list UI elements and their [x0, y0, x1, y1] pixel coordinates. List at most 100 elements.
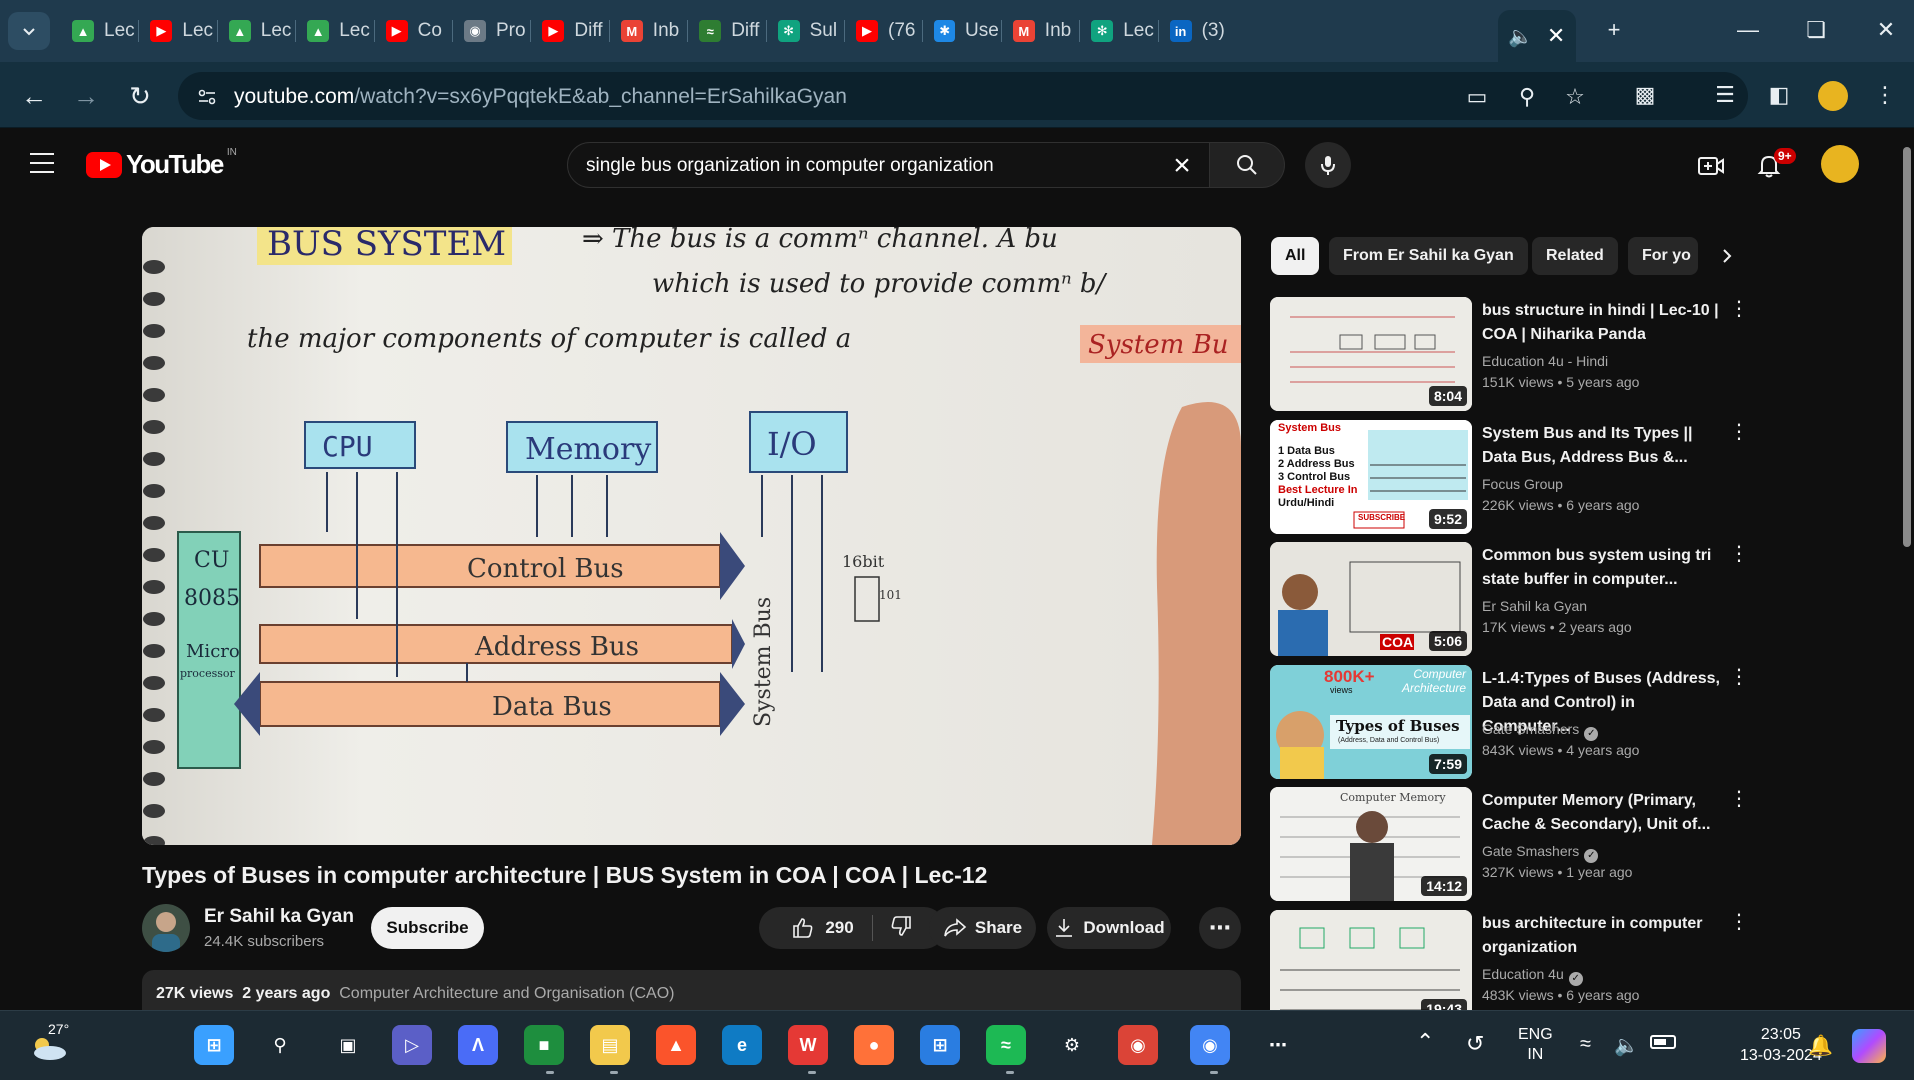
- create-video-icon[interactable]: [1694, 149, 1728, 183]
- file-explorer-icon[interactable]: ▤: [590, 1025, 630, 1065]
- chip-from-channel[interactable]: From Er Sahil ka Gyan: [1329, 237, 1528, 275]
- description-box[interactable]: 27K views 2 years ago Computer Architect…: [142, 970, 1241, 1010]
- tab-11[interactable]: ✱ Use: [924, 10, 999, 52]
- wps-office-icon[interactable]: W: [788, 1025, 828, 1065]
- share-button[interactable]: Share: [929, 907, 1036, 949]
- more-options-icon[interactable]: ⋮: [1729, 912, 1749, 938]
- chrome-icon[interactable]: ◉: [1190, 1025, 1230, 1065]
- copilot-icon[interactable]: [1852, 1029, 1886, 1063]
- recommended-video-title[interactable]: Common bus system using tri state buffer…: [1482, 544, 1722, 592]
- extensions-icon[interactable]: ▩: [1628, 78, 1662, 112]
- arc-browser-icon[interactable]: Λ: [458, 1025, 498, 1065]
- tab-active-video[interactable]: 🔈 ✕: [1498, 10, 1576, 62]
- address-bar[interactable]: youtube.com/watch?v=sx6yPqqtekE&ab_chann…: [178, 72, 1748, 120]
- video-thumbnail[interactable]: 8:04: [1270, 297, 1472, 411]
- more-apps-icon[interactable]: ⋯: [1258, 1025, 1298, 1065]
- recommended-video[interactable]: COA 5:06 Common bus system using tri state…: [1270, 542, 1750, 656]
- search-input[interactable]: single bus organization in computer orga…: [567, 142, 1210, 188]
- tab-9[interactable]: ✻ Sul: [768, 10, 842, 52]
- back-button[interactable]: ←: [14, 76, 54, 116]
- search-button[interactable]: [1210, 142, 1285, 188]
- tab-7[interactable]: M Inb: [611, 10, 685, 52]
- more-options-icon[interactable]: ⋮: [1729, 789, 1749, 815]
- chips-next-button[interactable]: [1708, 237, 1746, 275]
- tab-13[interactable]: ✻ Lec: [1081, 10, 1155, 52]
- tab-3[interactable]: ▲ Lec: [297, 10, 371, 52]
- settings-gear-icon[interactable]: ⚙: [1052, 1025, 1092, 1065]
- tab-4[interactable]: ▶ Co: [376, 10, 450, 52]
- channel-label[interactable]: Focus Group: [1482, 476, 1563, 492]
- video-thumbnail[interactable]: 19:43: [1270, 909, 1472, 1024]
- recommended-video[interactable]: 8:04 bus structure in hindi | Lec-10 | CO…: [1270, 297, 1750, 411]
- tab-8[interactable]: ≈ Diff: [689, 10, 763, 52]
- brave-icon[interactable]: ▲: [656, 1025, 696, 1065]
- recommended-video[interactable]: Computer Memory 14:12 Computer Memory (Pri…: [1270, 787, 1750, 901]
- recommended-video[interactable]: 19:43 bus architecture in computer organi…: [1270, 909, 1750, 1024]
- channel-label[interactable]: Gate Smashers: [1482, 843, 1579, 859]
- chrome-profile-icon[interactable]: ◉: [1118, 1025, 1158, 1065]
- side-panel-icon[interactable]: ◧: [1762, 78, 1796, 112]
- more-options-icon[interactable]: ⋮: [1729, 667, 1749, 693]
- voice-search-button[interactable]: [1305, 142, 1351, 188]
- like-button[interactable]: 290: [791, 915, 873, 941]
- microsoft-store-icon[interactable]: ⊞: [920, 1025, 960, 1065]
- more-actions-button[interactable]: ⋯: [1199, 907, 1241, 949]
- reload-button[interactable]: ↻: [120, 76, 160, 116]
- channel-name[interactable]: Er Sahil ka Gyan: [204, 906, 354, 928]
- new-tab-button[interactable]: +: [1594, 12, 1634, 48]
- recommended-video-title[interactable]: bus structure in hindi | Lec-10 | COA | …: [1482, 299, 1722, 347]
- tab-12[interactable]: M Inb: [1003, 10, 1077, 52]
- weather-cloud-icon[interactable]: [28, 1033, 68, 1066]
- channel-avatar[interactable]: [142, 904, 190, 952]
- tab-close-icon[interactable]: ✕: [1547, 23, 1565, 49]
- clear-search-icon[interactable]: ×: [1165, 149, 1199, 183]
- video-thumbnail[interactable]: Computer Memory 14:12: [1270, 787, 1472, 901]
- recommended-video-title[interactable]: bus architecture in computer organizatio…: [1482, 912, 1722, 960]
- chip-related[interactable]: Related: [1532, 237, 1618, 275]
- recommended-video[interactable]: 800K+ views Computer Architecture Types of B…: [1270, 664, 1750, 779]
- channel-label[interactable]: Education 4u - Hindi: [1482, 353, 1608, 369]
- media-queue-icon[interactable]: ☰: [1708, 78, 1742, 112]
- start-menu-icon[interactable]: ⊞: [194, 1025, 234, 1065]
- edge-icon[interactable]: e: [722, 1025, 762, 1065]
- page-scrollbar[interactable]: [1900, 129, 1914, 1009]
- more-options-icon[interactable]: ⋮: [1729, 422, 1749, 448]
- wifi-icon[interactable]: ≈: [1580, 1033, 1591, 1056]
- chip-for-you[interactable]: For yo: [1628, 237, 1698, 275]
- meet-icon[interactable]: ▷: [392, 1025, 432, 1065]
- tab-search-button[interactable]: [8, 12, 50, 50]
- speaker-icon[interactable]: 🔈: [1508, 24, 1533, 49]
- scrollbar-thumb[interactable]: [1903, 147, 1911, 547]
- task-view-icon[interactable]: ▣: [328, 1025, 368, 1065]
- restore-button[interactable]: ❏: [1796, 12, 1836, 48]
- battery-icon[interactable]: [1650, 1035, 1676, 1049]
- tab-2[interactable]: ▲ Lec: [219, 10, 293, 52]
- channel-label[interactable]: Gate Smashers: [1482, 721, 1579, 737]
- close-window-button[interactable]: ✕: [1866, 12, 1906, 48]
- minimize-button[interactable]: —: [1728, 12, 1768, 48]
- tab-14[interactable]: in (3): [1160, 10, 1234, 52]
- tab-6[interactable]: ▶ Diff: [532, 10, 606, 52]
- playlist-link[interactable]: Computer Architecture and Organisation (…: [339, 985, 674, 1002]
- hamburger-menu-icon[interactable]: [30, 153, 54, 180]
- video-thumbnail[interactable]: 800K+ views Computer Architecture Types of B…: [1270, 664, 1472, 779]
- more-options-icon[interactable]: ⋮: [1729, 299, 1749, 325]
- profile-avatar[interactable]: [1818, 81, 1848, 111]
- zoom-icon[interactable]: ⚲: [1510, 80, 1544, 114]
- channel-label[interactable]: Education 4u: [1482, 966, 1564, 982]
- search-icon[interactable]: ⚲: [260, 1025, 300, 1065]
- channel-label[interactable]: Er Sahil ka Gyan: [1482, 598, 1587, 614]
- video-thumbnail[interactable]: System Bus 1 Data Bus 2 Address Bus 3 Contr…: [1270, 419, 1472, 534]
- site-info-icon[interactable]: [190, 80, 224, 114]
- classroom-icon[interactable]: ■: [524, 1025, 564, 1065]
- recommended-video-title[interactable]: System Bus and Its Types || Data Bus, Ad…: [1482, 422, 1722, 470]
- tab-1[interactable]: ▶ Lec: [140, 10, 214, 52]
- browser-menu-icon[interactable]: ⋮: [1868, 78, 1902, 112]
- sync-icon[interactable]: ↺: [1466, 1031, 1484, 1057]
- chip-all[interactable]: All: [1271, 237, 1320, 275]
- tab-10[interactable]: ▶ (76: [846, 10, 920, 52]
- recommended-video-title[interactable]: Computer Memory (Primary, Cache & Second…: [1482, 789, 1722, 837]
- volume-icon[interactable]: 🔈: [1614, 1033, 1639, 1058]
- firefox-icon[interactable]: ●: [854, 1025, 894, 1065]
- subscribe-button[interactable]: Subscribe: [371, 907, 484, 949]
